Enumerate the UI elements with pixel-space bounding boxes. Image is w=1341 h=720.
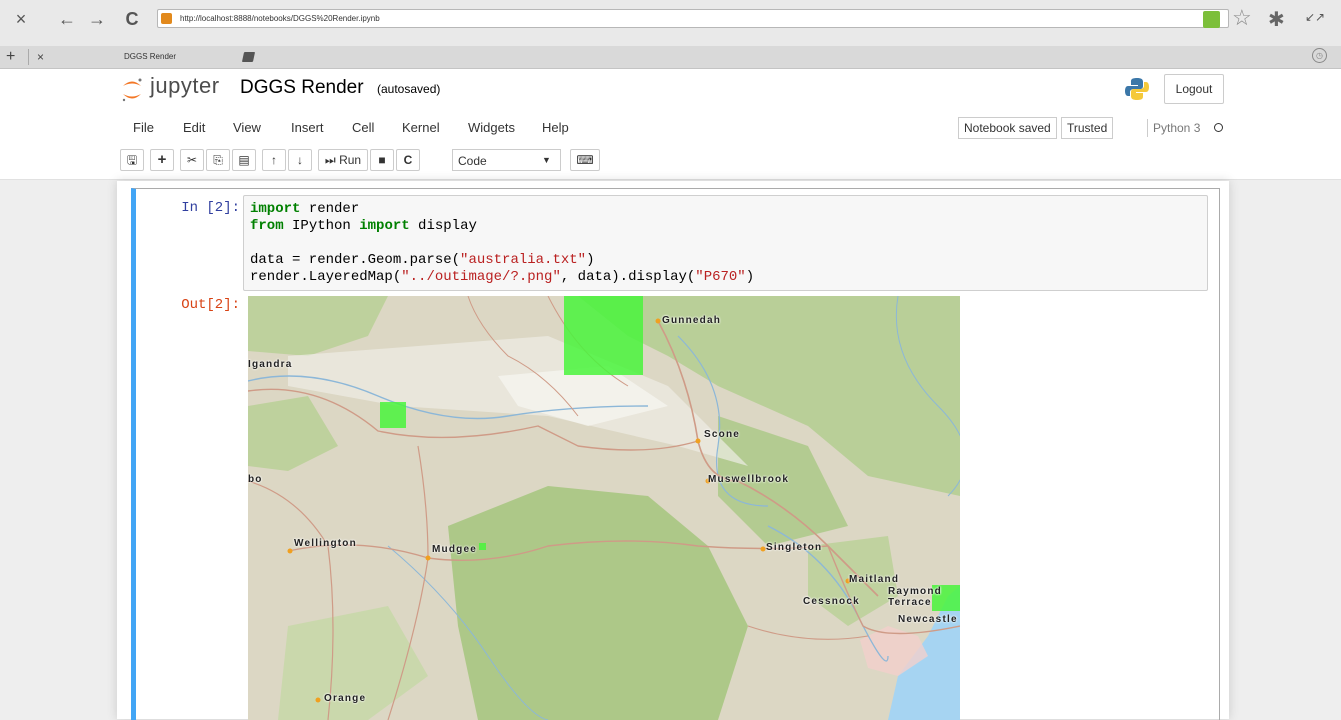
code-string: "australia.txt"	[460, 252, 587, 268]
python-logo-icon	[1125, 78, 1149, 100]
menu-widgets[interactable]: Widgets	[468, 113, 515, 143]
interrupt-icon[interactable]: ■	[370, 149, 394, 171]
map-label-scone: Scone	[704, 429, 741, 440]
code-text: render	[300, 201, 360, 217]
map-output-image: Gunnedah Igandra Scone Muswellbrook bo W…	[248, 296, 960, 720]
move-down-icon[interactable]: ↓	[288, 149, 312, 171]
code-line: data = render.Geom.parse("australia.txt"…	[250, 252, 594, 268]
jupyter-wordmark: jupyter	[150, 73, 220, 98]
map-terrain	[248, 296, 960, 720]
code-line: import render	[250, 201, 359, 217]
code-keyword: from	[250, 218, 284, 234]
close-window-icon[interactable]: ×	[10, 8, 32, 30]
kernel-divider	[1147, 119, 1148, 137]
logout-button[interactable]: Logout	[1164, 74, 1224, 104]
menu-cell[interactable]: Cell	[352, 113, 374, 143]
notebook-name[interactable]: DGGS Render	[240, 77, 364, 99]
cell-type-value: Code	[458, 154, 487, 168]
menu-insert[interactable]: Insert	[291, 113, 324, 143]
map-label-cessnock: Cessnock	[803, 596, 860, 607]
save-icon[interactable]: 🖫	[120, 149, 144, 171]
menu-edit[interactable]: Edit	[183, 113, 205, 143]
jupyter-logo-icon	[122, 78, 142, 102]
menubar: File Edit View Insert Cell Kernel Widget…	[117, 113, 1229, 143]
kernel-name: Python 3	[1153, 121, 1201, 135]
site-icon	[161, 13, 172, 24]
back-arrow-icon[interactable]: ←	[56, 8, 78, 30]
code-cell[interactable]: In [2]: import render from IPython impor…	[131, 188, 1220, 720]
cut-icon[interactable]: ✂	[180, 149, 204, 171]
map-label-raymond-terrace: Raymond Terrace	[888, 586, 942, 608]
cell-type-select[interactable]: Code ▼	[452, 149, 561, 171]
paste-icon[interactable]: ▤	[232, 149, 256, 171]
map-label-muswellbrook: Muswellbrook	[708, 474, 790, 485]
forward-arrow-icon[interactable]: →	[86, 8, 108, 30]
notebook-tab-icon	[241, 52, 256, 62]
code-keyword: import	[359, 218, 410, 234]
code-text: render.LayeredMap(	[250, 269, 402, 285]
notebook-saved-indicator: Notebook saved	[958, 117, 1057, 139]
code-string: "../outimage/?.png"	[401, 269, 561, 285]
browser-toolbar: × ← → C http://localhost:8888/notebooks/…	[0, 0, 1341, 46]
extension-icon[interactable]	[1203, 11, 1220, 28]
autosave-status: (autosaved)	[377, 82, 441, 96]
code-text: , data).display(	[560, 269, 696, 285]
insert-cell-icon[interactable]: +	[150, 149, 174, 171]
tab-title[interactable]: DGGS Render	[124, 46, 176, 68]
trusted-indicator[interactable]: Trusted	[1061, 117, 1114, 139]
tab-bar: + × DGGS Render ◷	[0, 46, 1341, 69]
menu-help[interactable]: Help	[542, 113, 569, 143]
settings-gear-icon[interactable]: ✱	[1268, 7, 1285, 32]
kernel-idle-icon	[1214, 123, 1223, 132]
address-bar[interactable]: http://localhost:8888/notebooks/DGGS%20R…	[157, 9, 1229, 28]
map-label-maitland: Maitland	[849, 574, 900, 585]
map-label-wellington: Wellington	[294, 538, 357, 549]
code-text: display	[409, 218, 477, 234]
code-text: )	[745, 269, 755, 285]
dggs-cell-highlight	[479, 543, 486, 550]
code-line: render.LayeredMap("../outimage/?.png", d…	[250, 269, 754, 285]
map-label-gilgandra: Igandra	[248, 359, 293, 370]
code-text: IPython	[283, 218, 360, 234]
menu-kernel[interactable]: Kernel	[402, 113, 440, 143]
notebook-container: In [2]: import render from IPython impor…	[117, 181, 1229, 720]
close-tab-icon[interactable]: ×	[37, 46, 44, 68]
map-label-gunnedah: Gunnedah	[662, 315, 722, 326]
map-label-orange: Orange	[324, 693, 367, 704]
code-string: "P670"	[695, 269, 746, 285]
chevron-down-icon: ▼	[542, 155, 551, 165]
exit-fullscreen-icon[interactable]: ↙↗	[1305, 10, 1325, 24]
menu-file[interactable]: File	[133, 113, 154, 143]
input-prompt: In [2]:	[181, 200, 240, 216]
new-tab-icon[interactable]: +	[6, 46, 15, 68]
code-line: from IPython import display	[250, 218, 477, 234]
map-label-mudgee: Mudgee	[432, 544, 477, 555]
bookmark-star-icon[interactable]: ☆	[1232, 5, 1252, 31]
dggs-cell-highlight	[380, 402, 406, 428]
map-label-singleton: Singleton	[766, 542, 823, 553]
jupyter-header: jupyter DGGS Render (autosaved) Logout F…	[0, 69, 1341, 180]
code-editor[interactable]: import render from IPython import displa…	[243, 195, 1208, 291]
dggs-cell-highlight	[564, 296, 643, 375]
history-icon[interactable]: ◷	[1312, 48, 1327, 63]
run-button[interactable]: ⏭ Run	[318, 149, 368, 171]
code-text: )	[586, 252, 595, 268]
code-keyword: import	[250, 201, 301, 217]
code-text: data = render.Geom.parse(	[250, 252, 461, 268]
menu-view[interactable]: View	[233, 113, 261, 143]
run-label: Run	[339, 153, 362, 167]
output-prompt: Out[2]:	[181, 297, 240, 313]
url-text: http://localhost:8888/notebooks/DGGS%20R…	[180, 14, 380, 23]
keyboard-icon[interactable]: ⌨	[570, 149, 600, 171]
map-label-dubbo: bo	[248, 474, 263, 485]
restart-icon[interactable]: C	[396, 149, 420, 171]
copy-icon[interactable]: ⎘	[206, 149, 230, 171]
move-up-icon[interactable]: ↑	[262, 149, 286, 171]
reload-icon[interactable]: C	[121, 8, 143, 30]
run-icon: ⏭	[324, 153, 336, 167]
tab-divider	[28, 49, 29, 65]
map-label-newcastle: Newcastle	[898, 614, 958, 625]
